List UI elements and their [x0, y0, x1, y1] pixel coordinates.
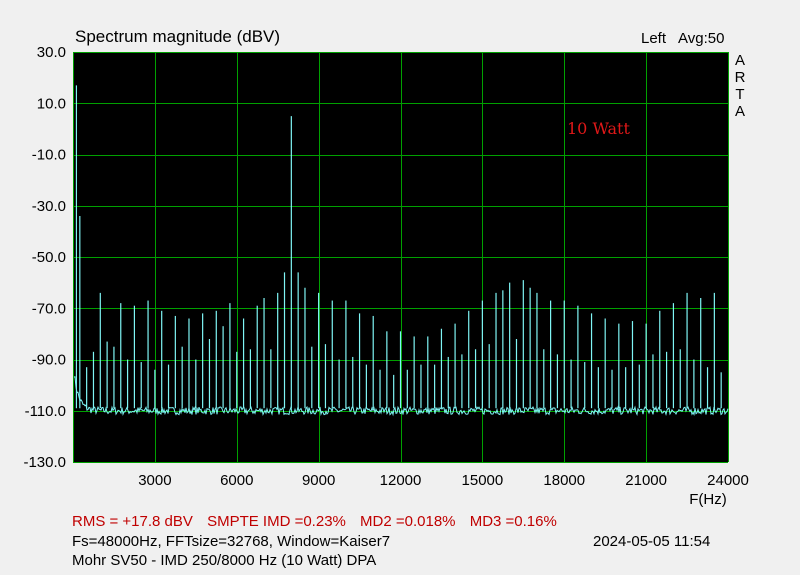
y-tick-label: -10.0 [32, 147, 66, 164]
y-tick-label: -30.0 [32, 198, 66, 215]
measurement-description: Mohr SV50 - IMD 250/8000 Hz (10 Watt) DP… [72, 552, 377, 569]
y-tick-label: 10.0 [37, 95, 66, 112]
y-tick-label: -130.0 [23, 454, 66, 471]
x-tick-label: 21000 [625, 472, 667, 489]
md2-value: MD2 =0.018% [360, 513, 456, 530]
smpte-imd-value: SMPTE IMD =0.23% [207, 513, 346, 530]
x-tick-label: 18000 [543, 472, 585, 489]
x-tick-label: 9000 [302, 472, 335, 489]
rms-value: RMS = +17.8 dBV [72, 513, 193, 530]
x-tick-label: 6000 [220, 472, 253, 489]
md3-value: MD3 =0.16% [469, 513, 557, 530]
y-tick-label: -70.0 [32, 300, 66, 317]
x-tick-label: 24000 [707, 472, 749, 489]
y-tick-label: -90.0 [32, 352, 66, 369]
analysis-settings: Fs=48000Hz, FFTsize=32768, Window=Kaiser… [72, 533, 391, 550]
x-tick-label: 12000 [380, 472, 422, 489]
y-tick-label: 30.0 [37, 44, 66, 61]
spectrum-chart: 30.0 10.0 -10.0 -30.0 -50.0 -70.0 -90.0 -110.0 -… [23, 44, 749, 508]
x-axis-label: F(Hz) [689, 491, 727, 508]
y-tick-label: -110.0 [25, 403, 66, 420]
x-tick-label: 15000 [462, 472, 504, 489]
timestamp: 2024-05-05 11:54 [593, 533, 711, 550]
x-tick-label: 3000 [138, 472, 171, 489]
measurement-stats: RMS = +17.8 dBV SMPTE IMD =0.23% MD2 =0.… [72, 513, 567, 530]
y-tick-label: -50.0 [32, 249, 66, 266]
chart-annotation: 10 Watt [567, 119, 630, 138]
